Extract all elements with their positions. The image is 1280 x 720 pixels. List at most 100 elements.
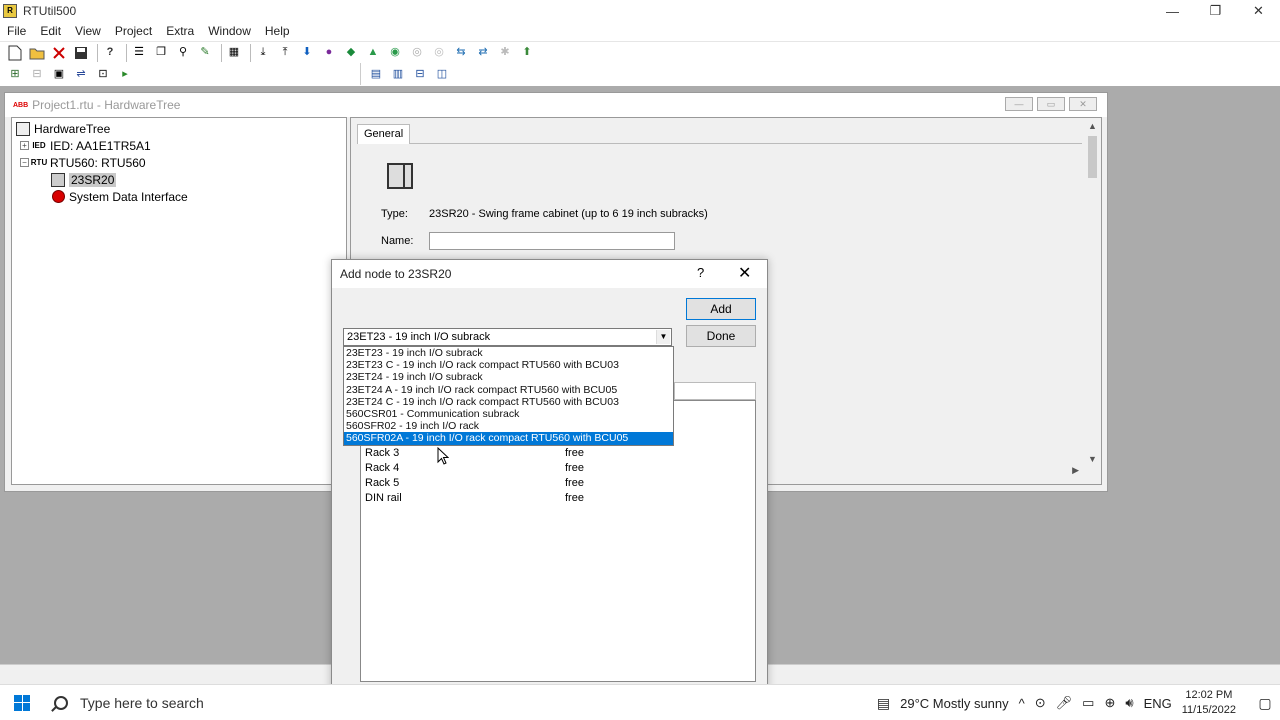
start-button[interactable] [0, 685, 44, 720]
device-icon[interactable]: ▲ [364, 44, 382, 62]
dropdown-option[interactable]: 23ET23 - 19 inch I/O subrack [344, 347, 673, 359]
run-icon[interactable]: ▸ [116, 65, 134, 83]
scroll-thumb[interactable] [1088, 136, 1097, 178]
rack-name: Rack 4 [365, 462, 400, 474]
clock-time: 12:02 PM [1185, 689, 1233, 701]
help-icon[interactable]: ? [101, 44, 119, 62]
language-indicator[interactable]: ENG [1144, 696, 1172, 711]
link-icon[interactable]: ◉ [386, 44, 404, 62]
restore-button[interactable]: ❐ [1194, 0, 1237, 22]
module-icon[interactable]: ● [320, 44, 338, 62]
remove-node-icon[interactable]: ⊟ [28, 65, 46, 83]
clock[interactable]: 12:02 PM 11/15/2022 [1182, 688, 1236, 718]
battery-icon[interactable]: ▭ [1082, 695, 1094, 711]
menu-project[interactable]: Project [108, 24, 159, 38]
layout-icon[interactable]: ⊡ [94, 65, 112, 83]
tree-item-ied[interactable]: + IED IED: AA1E1TR5A1 [20, 137, 151, 154]
chevron-up-icon[interactable]: ^ [1019, 696, 1025, 711]
collapse-icon[interactable]: − [20, 158, 29, 167]
tree-item-rtu560[interactable]: − RTU RTU560: RTU560 [20, 154, 146, 171]
menu-edit[interactable]: Edit [33, 24, 68, 38]
globe-tray-icon[interactable]: ⊕ [1104, 695, 1115, 711]
dropdown-option[interactable]: 23ET23 C - 19 inch I/O rack compact RTU5… [344, 359, 673, 371]
tab-general[interactable]: General [357, 124, 411, 144]
tree-icon[interactable]: ⚲ [174, 44, 192, 62]
chevron-down-icon[interactable]: ▼ [656, 330, 670, 344]
node-type-dropdown[interactable]: 23ET23 - 19 inch I/O subrack 23ET23 C - … [343, 346, 674, 446]
add-button[interactable]: Add [686, 298, 756, 320]
expand-icon[interactable]: + [20, 141, 29, 150]
tile-icon[interactable]: ▥ [389, 65, 407, 83]
done-button[interactable]: Done [686, 325, 756, 347]
node-type-select[interactable]: 23ET23 - 19 inch I/O subrack ▼ [343, 328, 672, 346]
list-item[interactable]: DIN rail free [365, 492, 595, 507]
connect-icon[interactable]: ⇌ [72, 65, 90, 83]
network-icon[interactable]: ◆ [342, 44, 360, 62]
list-item[interactable]: Rack 5 free [365, 477, 595, 492]
weather-text[interactable]: 29°C Mostly sunny [900, 696, 1009, 711]
scroll-right-arrow-icon[interactable]: ▶ [1072, 465, 1079, 476]
import-icon[interactable]: ⇄ [474, 44, 492, 62]
menu-help[interactable]: Help [258, 24, 297, 38]
add-node-dialog: Add node to 23SR20 ? ✕ Add Done Rack 3 f… [331, 259, 768, 720]
close-icon[interactable]: ✕ [738, 263, 751, 283]
scroll-down-arrow-icon[interactable]: ▼ [1084, 451, 1101, 468]
tree-item-23sr20[interactable]: 23SR20 [48, 171, 117, 188]
properties-vertical-scrollbar[interactable]: ▲ ▼ [1084, 118, 1101, 468]
child-close-button[interactable]: ✕ [1069, 97, 1097, 111]
globe-disabled-icon[interactable]: ◎ [430, 44, 448, 62]
copy-icon[interactable]: ❐ [152, 44, 170, 62]
menu-window[interactable]: Window [201, 24, 258, 38]
cascade-icon[interactable]: ▤ [367, 65, 385, 83]
tools-icon[interactable]: ✎ [196, 44, 214, 62]
name-label: Name: [381, 235, 414, 247]
properties-icon[interactable]: ▣ [50, 65, 68, 83]
weather-icon[interactable]: ▤ [877, 695, 890, 712]
menu-view[interactable]: View [68, 24, 108, 38]
settings-disabled-icon[interactable]: ✱ [496, 44, 514, 62]
dropdown-option-selected[interactable]: 560SFR02A - 19 inch I/O rack compact RTU… [344, 432, 673, 445]
compile-icon[interactable]: ⬆ [518, 44, 536, 62]
child-maximize-button[interactable]: ▭ [1037, 97, 1065, 111]
abb-logo: ABB [13, 101, 29, 109]
close-button[interactable]: ✕ [1237, 0, 1280, 22]
globe-icon[interactable]: ◎ [408, 44, 426, 62]
scroll-up-arrow-icon[interactable]: ▲ [1084, 118, 1101, 135]
grid-icon[interactable]: ▦ [225, 44, 243, 62]
child-minimize-button[interactable]: — [1005, 97, 1033, 111]
speaker-icon[interactable]: 🔊︎ [1125, 695, 1133, 711]
add-node-icon[interactable]: ⊞ [6, 65, 24, 83]
open-folder-icon[interactable] [28, 44, 46, 62]
split-horizontal-icon[interactable]: ⊟ [411, 65, 429, 83]
split-vertical-icon[interactable]: ◫ [433, 65, 451, 83]
taskbar-search[interactable]: Type here to search [44, 685, 334, 720]
app-icon: R [3, 4, 17, 18]
delete-icon[interactable] [50, 44, 68, 62]
tree-item-system-data-interface[interactable]: System Data Interface [48, 188, 188, 205]
list-item[interactable]: Rack 4 free [365, 462, 595, 477]
ied-icon: IED [32, 141, 46, 150]
notification-icon[interactable]: ▢ [1250, 695, 1280, 712]
download-icon[interactable]: ⤓ [254, 44, 272, 62]
dropdown-option[interactable]: 23ET24 - 19 inch I/O subrack [344, 371, 673, 383]
new-file-icon[interactable] [6, 44, 24, 62]
tree-root[interactable]: HardwareTree [16, 120, 110, 137]
menu-file[interactable]: File [0, 24, 33, 38]
list-item[interactable]: Rack 3 free [365, 447, 595, 462]
name-field[interactable] [429, 232, 675, 250]
export-icon[interactable]: ⇆ [452, 44, 470, 62]
dropdown-option[interactable]: 23ET24 A - 19 inch I/O rack compact RTU5… [344, 384, 673, 396]
pin-icon[interactable]: ⬇ [298, 44, 316, 62]
upload-icon[interactable]: ⤒ [276, 44, 294, 62]
save-icon[interactable] [72, 44, 90, 62]
minimize-button[interactable]: — [1151, 0, 1194, 22]
dropdown-option[interactable]: 560SFR02 - 19 inch I/O rack [344, 420, 673, 432]
list-icon[interactable]: ☰ [130, 44, 148, 62]
menu-extra[interactable]: Extra [159, 24, 201, 38]
microphone-icon[interactable]: 🎤︎ [1056, 695, 1073, 711]
search-icon [54, 695, 68, 710]
dropdown-option[interactable]: 560CSR01 - Communication subrack [344, 408, 673, 420]
help-icon[interactable]: ? [697, 265, 704, 280]
dropdown-option[interactable]: 23ET24 C - 19 inch I/O rack compact RTU5… [344, 396, 673, 408]
network-tray-icon[interactable]: ⊙ [1035, 695, 1046, 711]
